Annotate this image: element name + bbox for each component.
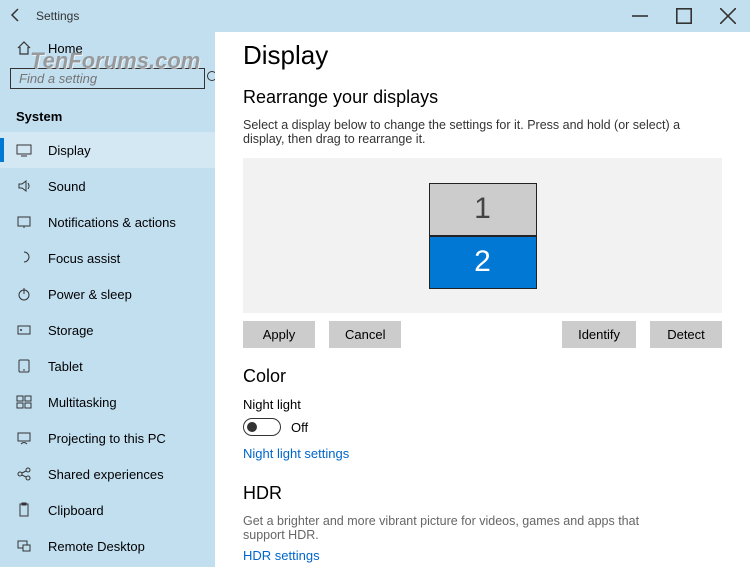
sidebar-item-label: Tablet bbox=[48, 359, 83, 374]
window-title: Settings bbox=[36, 9, 79, 23]
storage-icon bbox=[16, 322, 32, 338]
monitor-stack: 1 2 bbox=[429, 183, 537, 289]
minimize-icon bbox=[632, 8, 648, 24]
display-icon bbox=[16, 142, 32, 158]
tablet-icon bbox=[16, 358, 32, 374]
sidebar-item-label: Power & sleep bbox=[48, 287, 132, 302]
detect-button[interactable]: Detect bbox=[650, 321, 722, 348]
sidebar-item-label: Shared experiences bbox=[48, 467, 164, 482]
page-title: Display bbox=[243, 40, 722, 71]
arrow-left-icon bbox=[8, 7, 24, 23]
sidebar-item-focus-assist[interactable]: Focus assist bbox=[0, 240, 215, 276]
monitor-1[interactable]: 1 bbox=[429, 183, 537, 236]
sidebar-item-power-sleep[interactable]: Power & sleep bbox=[0, 276, 215, 312]
sidebar-item-shared-experiences[interactable]: Shared experiences bbox=[0, 456, 215, 492]
monitor-2[interactable]: 2 bbox=[429, 236, 537, 289]
titlebar: Settings bbox=[0, 0, 750, 32]
back-button[interactable] bbox=[0, 7, 32, 26]
hdr-heading: HDR bbox=[243, 483, 722, 504]
sidebar-item-label: Sound bbox=[48, 179, 86, 194]
shared-icon bbox=[16, 466, 32, 482]
display-arrange-area[interactable]: 1 2 bbox=[243, 158, 722, 313]
search-input[interactable] bbox=[11, 71, 205, 86]
sidebar-item-remote-desktop[interactable]: Remote Desktop bbox=[0, 528, 215, 564]
multitasking-icon bbox=[16, 394, 32, 410]
hdr-settings-link[interactable]: HDR settings bbox=[243, 548, 722, 563]
notifications-icon bbox=[16, 214, 32, 230]
sidebar-item-label: Notifications & actions bbox=[48, 215, 176, 230]
search-box[interactable] bbox=[10, 68, 205, 89]
sidebar-item-tablet[interactable]: Tablet bbox=[0, 348, 215, 384]
focus-assist-icon bbox=[16, 250, 32, 266]
sidebar-item-label: Projecting to this PC bbox=[48, 431, 166, 446]
sidebar-item-label: Remote Desktop bbox=[48, 539, 145, 554]
power-icon bbox=[16, 286, 32, 302]
search-icon bbox=[205, 69, 215, 88]
sidebar-item-notifications[interactable]: Notifications & actions bbox=[0, 204, 215, 240]
apply-button[interactable]: Apply bbox=[243, 321, 315, 348]
night-light-label: Night light bbox=[243, 397, 722, 412]
clipboard-icon bbox=[16, 502, 32, 518]
sidebar-item-label: Clipboard bbox=[48, 503, 104, 518]
identify-button[interactable]: Identify bbox=[562, 321, 636, 348]
hdr-description: Get a brighter and more vibrant picture … bbox=[243, 514, 643, 542]
close-icon bbox=[720, 8, 736, 24]
sidebar-home-label: Home bbox=[48, 41, 83, 56]
projecting-icon bbox=[16, 430, 32, 446]
home-icon bbox=[16, 40, 32, 56]
sidebar-item-label: Display bbox=[48, 143, 91, 158]
sidebar-section-header: System bbox=[0, 99, 215, 132]
night-light-state: Off bbox=[291, 420, 308, 435]
sound-icon bbox=[16, 178, 32, 194]
window-controls bbox=[618, 0, 750, 32]
night-light-settings-link[interactable]: Night light settings bbox=[243, 446, 722, 461]
sidebar-item-label: Multitasking bbox=[48, 395, 117, 410]
sidebar-item-clipboard[interactable]: Clipboard bbox=[0, 492, 215, 528]
display-buttons-row: Apply Cancel Identify Detect bbox=[243, 321, 722, 348]
color-heading: Color bbox=[243, 366, 722, 387]
main-content: Display Rearrange your displays Select a… bbox=[215, 32, 750, 567]
rearrange-heading: Rearrange your displays bbox=[243, 87, 722, 108]
maximize-button[interactable] bbox=[662, 0, 706, 32]
maximize-icon bbox=[676, 8, 692, 24]
minimize-button[interactable] bbox=[618, 0, 662, 32]
sidebar-item-storage[interactable]: Storage bbox=[0, 312, 215, 348]
night-light-toggle[interactable] bbox=[243, 418, 281, 436]
sidebar-home[interactable]: Home bbox=[0, 32, 215, 64]
close-button[interactable] bbox=[706, 0, 750, 32]
toggle-knob bbox=[247, 422, 257, 432]
sidebar-item-label: Focus assist bbox=[48, 251, 120, 266]
sidebar-item-label: Storage bbox=[48, 323, 94, 338]
sidebar-item-projecting[interactable]: Projecting to this PC bbox=[0, 420, 215, 456]
night-light-toggle-row: Off bbox=[243, 418, 722, 436]
sidebar-item-sound[interactable]: Sound bbox=[0, 168, 215, 204]
cancel-button[interactable]: Cancel bbox=[329, 321, 401, 348]
rearrange-description: Select a display below to change the set… bbox=[243, 118, 722, 146]
sidebar-item-multitasking[interactable]: Multitasking bbox=[0, 384, 215, 420]
remote-desktop-icon bbox=[16, 538, 32, 554]
sidebar-item-display[interactable]: Display bbox=[0, 132, 215, 168]
sidebar: Home System Display Sound Notifications … bbox=[0, 32, 215, 567]
